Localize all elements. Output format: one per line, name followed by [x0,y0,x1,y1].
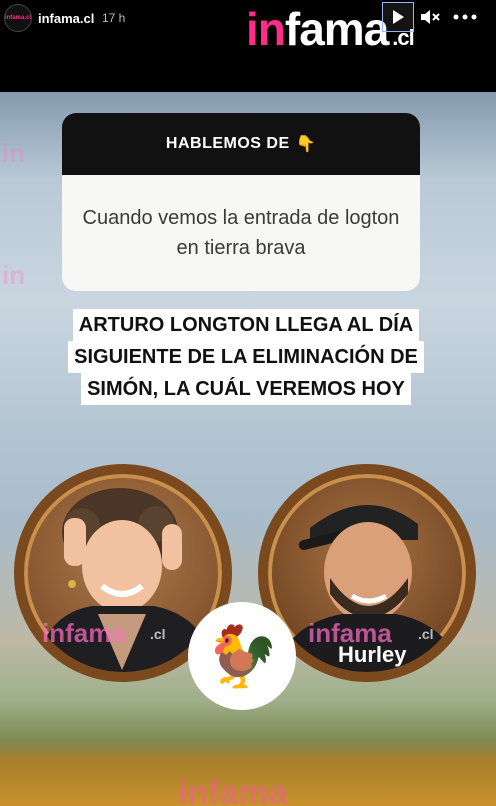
more-options-button[interactable] [450,6,480,28]
question-header-text: HABLEMOS DE [165,135,290,152]
headline-line: ARTURO LONGTON LLEGA AL DÍA [72,309,420,341]
play-button[interactable] [382,2,414,32]
watermark-in: in [2,260,26,290]
watermark-cl: .cl [150,626,166,642]
timestamp: 17 h [102,11,126,25]
logo-fama-text: fama [284,3,389,55]
headline-line: SIGUIENTE DE LA ELIMINACIÓN DE [68,341,424,373]
logo-in-text: in [246,3,286,55]
rooster-icon: 🐓 [204,622,280,690]
question-answer-text: Cuando vemos la entrada de logton en tie… [82,207,400,259]
question-sticker[interactable]: HABLEMOS DE 👇 Cuando vemos la entrada de… [62,113,420,291]
story-header: infama.cl infama.cl 17 h infama .cl [0,0,496,92]
watermark-in: in [2,138,26,168]
watermark-infama-bottom: infama [178,774,288,806]
mute-button[interactable] [420,6,440,28]
watermark-infama: infama [42,618,126,648]
username[interactable]: infama.cl [38,11,94,26]
question-answer: Cuando vemos la entrada de logton en tie… [62,175,420,291]
play-icon [393,10,404,24]
story-view[interactable]: infama.cl infama.cl 17 h infama .cl in in… [0,0,496,806]
speaker-muted-icon [421,10,440,24]
watermark-cl: .cl [418,626,434,642]
more-icon [453,14,477,20]
watermark-infama: infama [308,618,392,648]
pointing-down-icon: 👇 [295,136,317,153]
headline-line: SIMÓN, LA CUÁL VEREMOS HOY [81,373,411,405]
headline: ARTURO LONGTON LLEGA AL DÍA SIGUIENTE DE… [38,309,454,405]
rooster-sticker[interactable]: 🐓 [188,602,296,710]
avatar[interactable]: infama.cl [4,4,32,32]
question-header: HABLEMOS DE 👇 [62,113,420,175]
